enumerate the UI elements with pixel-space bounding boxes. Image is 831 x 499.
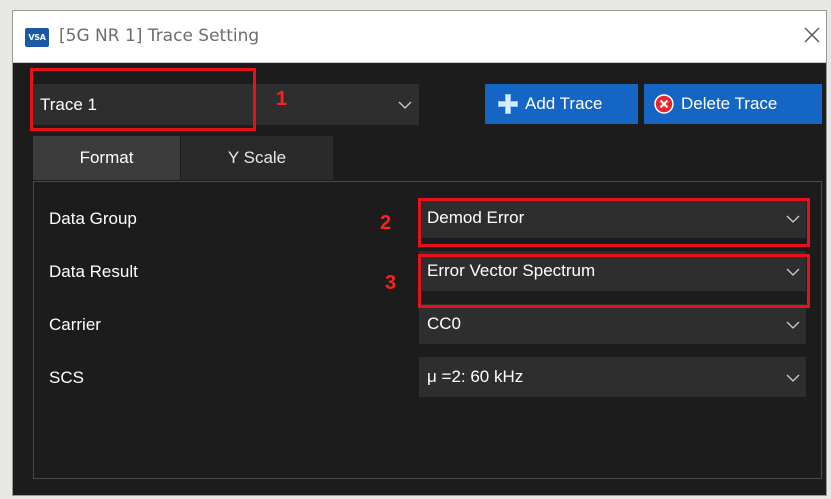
data-group-label: Data Group [49, 209, 137, 228]
callout-number-2: 2 [380, 212, 392, 234]
callout-box-data-result [418, 254, 810, 308]
callout-box-trace [30, 68, 256, 131]
tab-format[interactable]: Format [33, 136, 180, 180]
title-bar: VSA [5G NR 1] Trace Setting [13, 11, 826, 63]
callout-box-data-group [418, 198, 810, 247]
scs-label: SCS [49, 368, 84, 387]
delete-trace-button[interactable]: Delete Trace [644, 84, 822, 124]
tab-y-scale[interactable]: Y Scale [181, 136, 333, 180]
window-title: [5G NR 1] Trace Setting [59, 26, 260, 46]
callout-number-1: 1 [276, 88, 288, 110]
chevron-down-icon [398, 101, 412, 109]
add-icon [498, 94, 518, 114]
carrier-value: CC0 [427, 314, 462, 333]
callout-number-3: 3 [385, 272, 397, 294]
vsa-app-icon: VSA [25, 28, 49, 47]
data-result-label: Data Result [49, 262, 138, 281]
chevron-down-icon [786, 374, 800, 382]
delete-trace-label: Delete Trace [681, 94, 778, 113]
close-icon[interactable] [800, 23, 824, 47]
delete-icon [654, 94, 674, 114]
carrier-label: Carrier [49, 315, 101, 334]
scs-value: μ =2: 60 kHz [427, 367, 524, 386]
carrier-dropdown[interactable]: CC0 [419, 304, 806, 344]
scs-dropdown[interactable]: μ =2: 60 kHz [419, 357, 806, 397]
add-trace-label: Add Trace [525, 94, 603, 113]
chevron-down-icon [786, 321, 800, 329]
add-trace-button[interactable]: Add Trace [485, 84, 638, 124]
